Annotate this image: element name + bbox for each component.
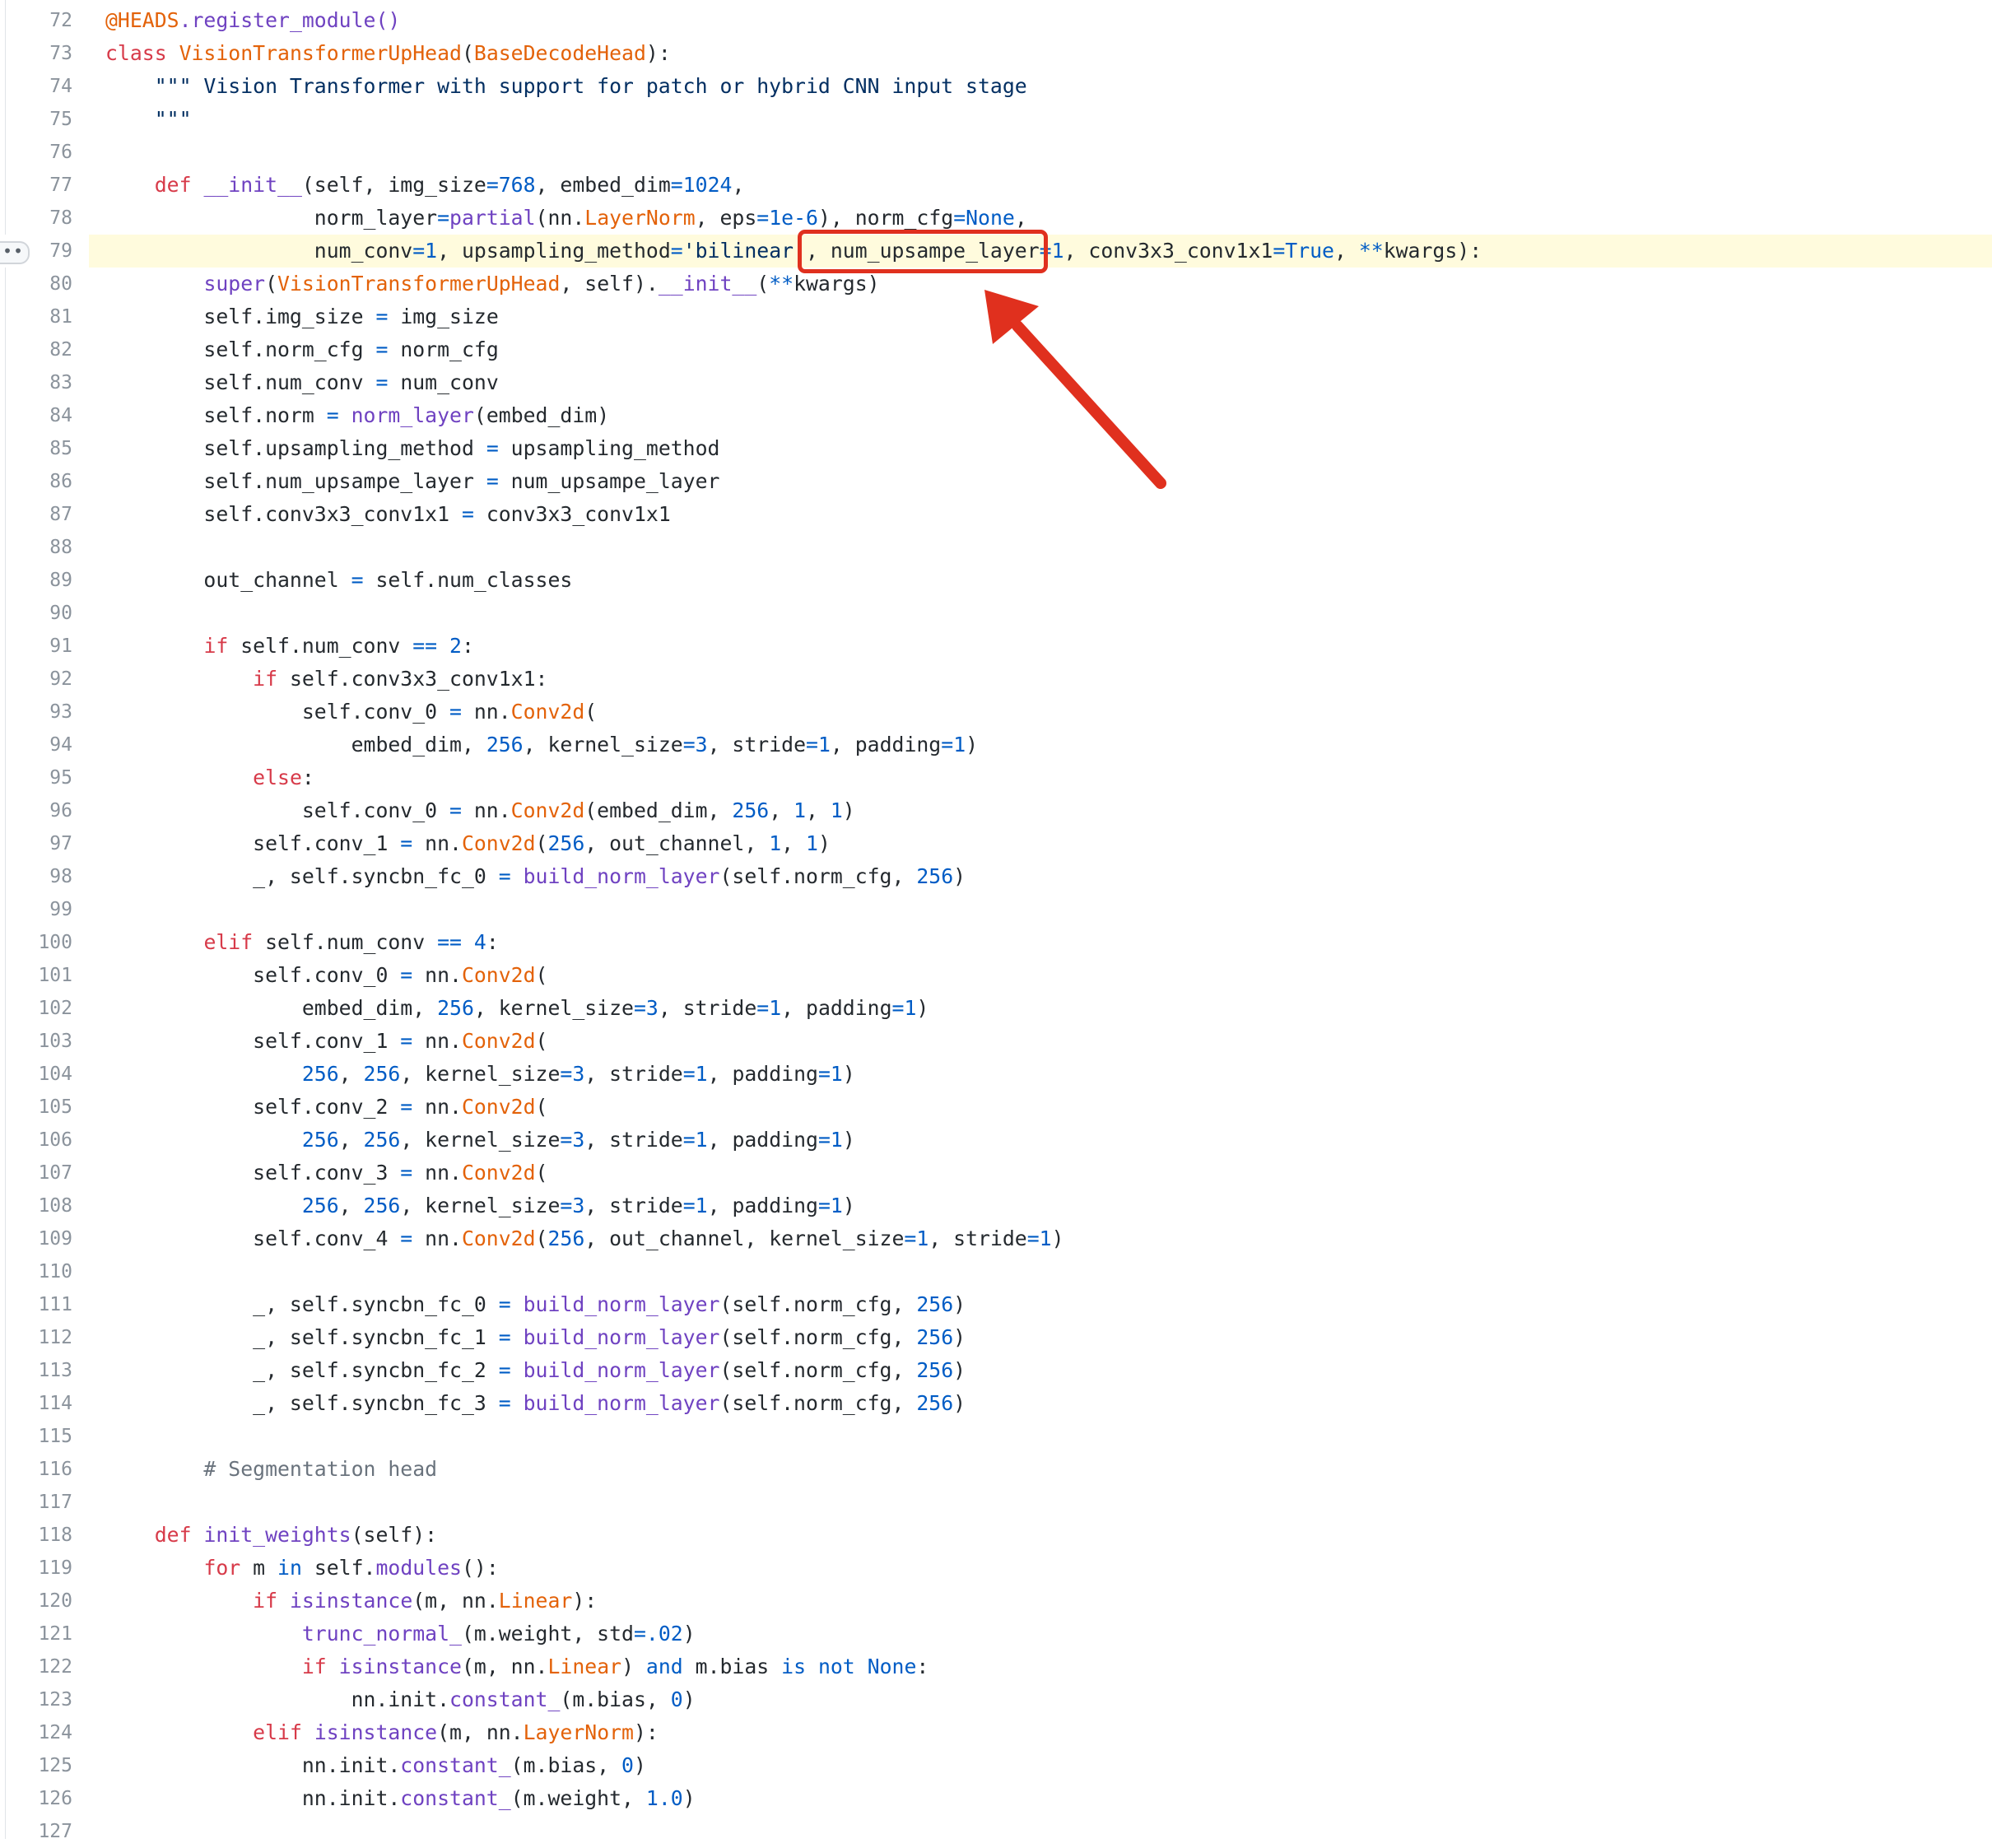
annotation-arrow-icon xyxy=(984,290,1166,489)
code-viewer: 72 @HEADS.register_module() 73 class Vision… xyxy=(0,0,1992,1842)
arrow-shaft xyxy=(1012,320,1166,489)
